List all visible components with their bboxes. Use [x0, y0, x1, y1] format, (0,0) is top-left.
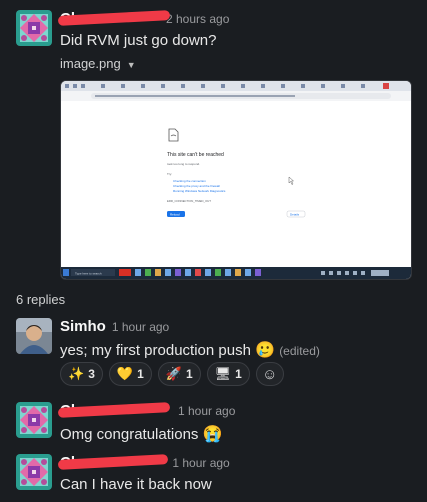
avatar[interactable] [16, 318, 52, 354]
reaction-sparkles[interactable]: ✨ 3 [60, 362, 103, 386]
error-code: ERR_CONNECTION_TIMED_OUT [167, 199, 211, 203]
add-reaction-icon: ☺ [262, 365, 278, 383]
sparkles-icon: ✨ [68, 366, 85, 381]
attachment-filename[interactable]: image.png ▼ [60, 56, 136, 71]
reaction-rocket[interactable]: 🚀 1 [157, 362, 201, 386]
sender-name[interactable]: Cha [57, 454, 169, 471]
message-text: Omg congratulations 😭 [60, 426, 223, 443]
identicon-avatar-image [16, 10, 52, 46]
thread-reply-count[interactable]: 6 replies [16, 292, 65, 307]
message-text: Did RVM just go down? [60, 32, 217, 49]
avatar[interactable] [16, 10, 52, 46]
suggestion: Checking the proxy and the firewall [173, 184, 220, 188]
message-text: yes; my first production push 🥲 (edited) [60, 342, 320, 359]
timestamp[interactable]: 1 hour ago [178, 404, 235, 418]
add-reaction-button[interactable]: ☺ [255, 362, 284, 386]
avatar[interactable] [16, 402, 52, 438]
timestamp[interactable]: 1 hour ago [172, 456, 229, 470]
user-photo-avatar-image [16, 318, 52, 354]
edited-label: (edited) [279, 344, 320, 358]
reaction-yellow-heart[interactable]: 💛 1 [108, 362, 152, 386]
message-header: Cha1 hour ago [57, 454, 230, 471]
identicon-avatar-image [16, 454, 52, 490]
message-header: Simho 1 hour ago [60, 318, 169, 335]
computer-icon: 🖥 [214, 366, 232, 381]
taskbar-search-text: Type here to search [75, 272, 102, 276]
message-header: Ch2 hours ago [57, 10, 229, 27]
sender-name[interactable]: Ch [57, 402, 172, 419]
details-button-label: Details [290, 213, 300, 217]
suggestion: Checking the connection [173, 179, 206, 183]
reaction-bar: ✨ 3 💛 1 🚀 1 🖥 1 ☺ [60, 362, 284, 386]
smile-tear-emoji-icon: 🥲 [255, 342, 276, 359]
sender-name[interactable]: Simho [60, 318, 106, 335]
message-text: Can I have it back now [60, 476, 212, 493]
avatar[interactable] [16, 454, 52, 490]
image-attachment[interactable]: This site can't be reached took too long… [60, 80, 412, 280]
message-header: Ch 1 hour ago [57, 402, 235, 419]
reaction-computer[interactable]: 🖥 1 [206, 362, 250, 386]
suggestion: Running Windows Network Diagnostics [173, 189, 226, 193]
timestamp[interactable]: 2 hours ago [166, 12, 229, 26]
yellow-heart-icon: 💛 [116, 366, 134, 381]
identicon-avatar-image [16, 402, 52, 438]
browser-screenshot-image: This site can't be reached took too long… [61, 81, 411, 279]
error-detail: took too long to respond. [167, 162, 200, 166]
try-label: Try: [167, 172, 172, 176]
crying-emoji-icon: 😭 [202, 426, 223, 443]
timestamp[interactable]: 1 hour ago [112, 320, 169, 334]
rocket-icon: 🚀 [165, 366, 182, 381]
caret-down-icon[interactable]: ▼ [127, 60, 136, 70]
sender-name[interactable]: Ch [57, 10, 171, 27]
error-title: This site can't be reached [167, 152, 224, 158]
reload-button-label: Reload [170, 213, 180, 217]
